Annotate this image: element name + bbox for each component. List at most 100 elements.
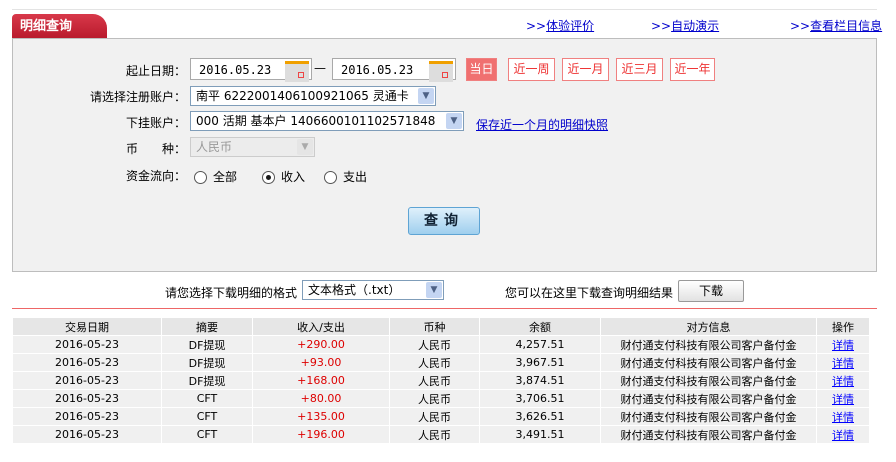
detail-link[interactable]: 详情 — [832, 339, 854, 352]
col-currency: 币种 — [389, 317, 480, 336]
range-3month-button[interactable]: 近三月 — [616, 58, 663, 81]
date-from-input[interactable]: 2016.05.23 — [190, 58, 312, 82]
query-button[interactable]: 查询 — [408, 207, 480, 235]
format-value: 文本格式（.txt） — [308, 283, 401, 297]
download-button[interactable]: 下载 — [678, 280, 744, 302]
cell-currency: 人民币 — [389, 335, 480, 354]
cell-counterparty: 财付通支付科技有限公司客户备付金 — [600, 407, 817, 426]
cell-currency: 人民币 — [389, 389, 480, 408]
cell-action: 详情 — [816, 353, 870, 372]
detail-link[interactable]: 详情 — [832, 429, 854, 442]
cell-counterparty: 财付通支付科技有限公司客户备付金 — [600, 371, 817, 390]
cell-action: 详情 — [816, 335, 870, 354]
date-from-value: 2016.05.23 — [199, 63, 272, 77]
link-feedback[interactable]: >>体验评价 — [526, 17, 594, 34]
cell-date: 2016-05-23 — [12, 371, 162, 390]
account-select[interactable]: 南平 6222001406100921065 灵通卡 ▼ — [190, 86, 436, 106]
cell-currency: 人民币 — [389, 371, 480, 390]
range-year-button[interactable]: 近一年 — [670, 58, 715, 81]
cell-summary: CFT — [161, 407, 253, 426]
chevron-down-icon: ▼ — [297, 139, 313, 155]
cell-amount: +196.00 — [252, 425, 390, 444]
detail-link[interactable]: 详情 — [832, 375, 854, 388]
currency-label: 币 种： — [125, 142, 186, 156]
cell-currency: 人民币 — [389, 425, 480, 444]
page-title: 明细查询 — [12, 14, 107, 39]
cell-action: 详情 — [816, 371, 870, 390]
cell-counterparty: 财付通支付科技有限公司客户备付金 — [600, 389, 817, 408]
calendar-icon[interactable] — [429, 61, 453, 82]
cell-date: 2016-05-23 — [12, 335, 162, 354]
link-label[interactable]: 自动演示 — [671, 19, 719, 33]
transactions-table: 交易日期 摘要 收入/支出 币种 余额 对方信息 操作 2016-05-23 DF… — [12, 317, 870, 444]
cell-counterparty: 财付通支付科技有限公司客户备付金 — [600, 425, 817, 444]
radio-label: 支出 — [343, 170, 368, 184]
detail-link[interactable]: 详情 — [832, 393, 854, 406]
col-balance: 余额 — [479, 317, 601, 336]
cell-action: 详情 — [816, 425, 870, 444]
radio-icon[interactable] — [324, 171, 337, 184]
cell-amount: +80.00 — [252, 389, 390, 408]
cell-balance: 3,967.51 — [479, 353, 601, 372]
cell-balance: 3,491.51 — [479, 425, 601, 444]
date-to-input[interactable]: 2016.05.23 — [332, 58, 456, 82]
cell-summary: DF提现 — [161, 353, 253, 372]
table-row: 2016-05-23 DF提现 +93.00 人民币 3,967.51 财付通支付科技有限… — [12, 353, 870, 372]
cell-balance: 3,626.51 — [479, 407, 601, 426]
direction-expense-radio[interactable]: 支出 — [324, 168, 367, 185]
direction-income-radio[interactable]: 收入 — [262, 168, 305, 185]
col-summary: 摘要 — [161, 317, 253, 336]
table-row: 2016-05-23 CFT +196.00 人民币 3,491.51 财付通支付科技有限… — [12, 425, 870, 444]
radio-label: 全部 — [213, 170, 238, 184]
link-column-info[interactable]: >>查看栏目信息 — [790, 17, 882, 34]
cell-date: 2016-05-23 — [12, 353, 162, 372]
range-month-button[interactable]: 近一月 — [562, 58, 609, 81]
cell-summary: CFT — [161, 425, 253, 444]
cell-counterparty: 财付通支付科技有限公司客户备付金 — [600, 353, 817, 372]
table-row: 2016-05-23 DF提现 +290.00 人民币 4,257.51 财付通支付科技有… — [12, 335, 870, 354]
link-prefix: >> — [651, 19, 672, 33]
radio-checked-icon[interactable] — [262, 171, 275, 184]
link-prefix: >> — [790, 19, 811, 33]
cell-summary: DF提现 — [161, 335, 253, 354]
download-hint: 您可以在这里下载查询明细结果 — [505, 286, 674, 300]
table-row: 2016-05-23 CFT +135.00 人民币 3,626.51 财付通支付科技有限… — [12, 407, 870, 426]
date-label: 起止日期： — [125, 64, 186, 78]
chevron-down-icon[interactable]: ▼ — [426, 282, 442, 298]
table-header: 交易日期 摘要 收入/支出 币种 余额 对方信息 操作 — [12, 317, 870, 336]
col-counterparty: 对方信息 — [600, 317, 817, 336]
cell-summary: DF提现 — [161, 371, 253, 390]
link-label[interactable]: 体验评价 — [546, 19, 594, 33]
cell-action: 详情 — [816, 389, 870, 408]
cell-date: 2016-05-23 — [12, 425, 162, 444]
calendar-icon[interactable] — [285, 61, 309, 82]
sub-account-label: 下挂账户： — [125, 116, 186, 130]
link-auto-demo[interactable]: >>自动演示 — [651, 17, 719, 34]
date-separator: — — [314, 61, 326, 75]
save-snapshot-link[interactable]: 保存近一个月的明细快照 — [476, 116, 608, 133]
range-week-button[interactable]: 近一周 — [508, 58, 555, 81]
currency-select: 人民币 ▼ — [190, 137, 315, 157]
sub-account-select[interactable]: 000 活期 基本户 1406600101102571848 ▼ — [190, 111, 464, 131]
currency-value: 人民币 — [196, 140, 233, 154]
chevron-down-icon[interactable]: ▼ — [446, 113, 462, 129]
date-to-value: 2016.05.23 — [341, 63, 414, 77]
cell-amount: +135.00 — [252, 407, 390, 426]
chevron-down-icon[interactable]: ▼ — [418, 88, 434, 104]
direction-all-radio[interactable]: 全部 — [194, 168, 237, 185]
cell-date: 2016-05-23 — [12, 407, 162, 426]
radio-icon[interactable] — [194, 171, 207, 184]
detail-link[interactable]: 详情 — [832, 357, 854, 370]
link-label[interactable]: 查看栏目信息 — [810, 19, 882, 33]
format-select[interactable]: 文本格式（.txt） ▼ — [302, 280, 444, 300]
table-row: 2016-05-23 CFT +80.00 人民币 3,706.51 财付通支付科技有限公… — [12, 389, 870, 408]
col-date: 交易日期 — [12, 317, 162, 336]
cell-date: 2016-05-23 — [12, 389, 162, 408]
cell-amount: +290.00 — [252, 335, 390, 354]
cell-amount: +93.00 — [252, 353, 390, 372]
range-today-button[interactable]: 当日 — [466, 58, 497, 81]
account-value: 南平 6222001406100921065 灵通卡 — [196, 89, 409, 103]
cell-balance: 3,874.51 — [479, 371, 601, 390]
detail-link[interactable]: 详情 — [832, 411, 854, 424]
divider — [12, 308, 877, 309]
